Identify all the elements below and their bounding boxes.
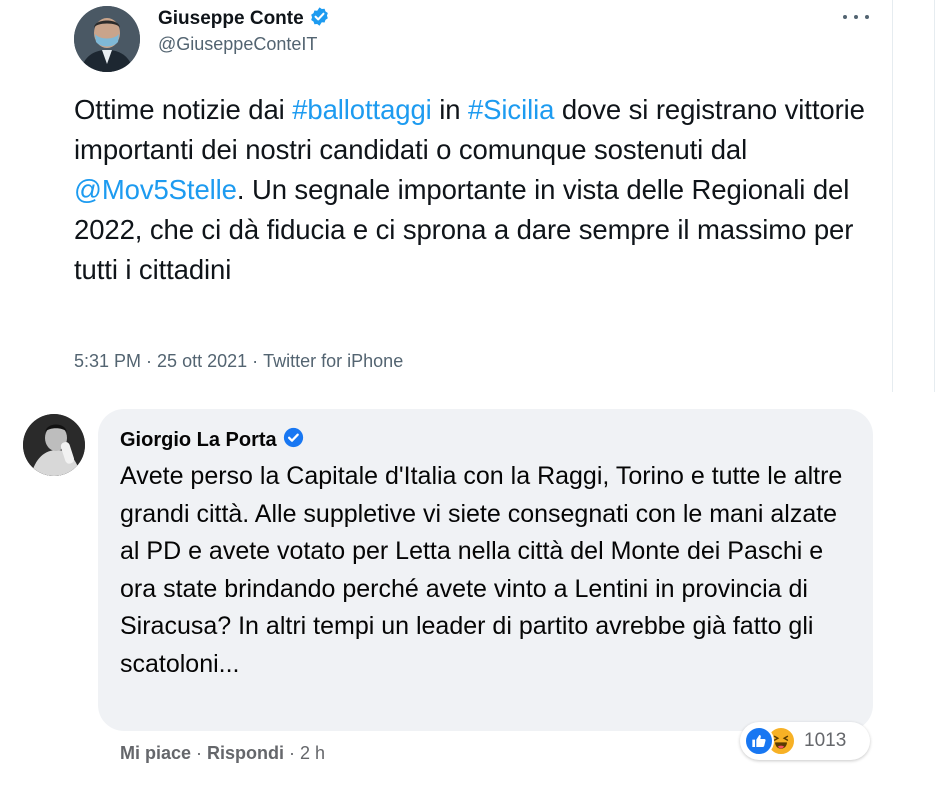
verified-badge-icon [283, 427, 304, 453]
tweet-card: Giuseppe Conte @GiuseppeConteIT Ottime n… [0, 0, 893, 392]
tweet-time[interactable]: 5:31 PM [74, 351, 141, 372]
mention-link[interactable]: @Mov5Stelle [74, 174, 237, 205]
like-icon [744, 726, 774, 756]
person-photo-icon [23, 414, 85, 476]
action-separator: · [289, 743, 296, 763]
tweet-date[interactable]: 25 ott 2021 [157, 351, 247, 372]
meta-separator: · [252, 351, 259, 371]
adjacent-panel-edge [934, 0, 940, 392]
reply-button[interactable]: Rispondi [207, 743, 284, 764]
tweet-source[interactable]: Twitter for iPhone [263, 351, 403, 372]
comment-time[interactable]: 2 h [300, 743, 325, 764]
comment-text: Avete perso la Capitale d'Italia con la … [120, 462, 843, 678]
hashtag-link[interactable]: #ballottaggi [292, 94, 432, 125]
like-button[interactable]: Mi piace [120, 743, 191, 764]
meta-separator: · [146, 351, 153, 371]
tweet-author-name[interactable]: Giuseppe Conte [158, 8, 304, 30]
comment-author-name[interactable]: Giorgio La Porta [120, 429, 277, 452]
tweet-meta: 5:31 PM · 25 ott 2021 · Twitter for iPho… [74, 351, 403, 372]
tweet-text-segment: in [431, 94, 468, 125]
action-separator: · [196, 743, 203, 763]
tweet-text-segment: Ottime notizie dai [74, 94, 293, 125]
tweet-text: Ottime notizie dai #ballottaggi in #Sici… [74, 90, 874, 290]
tweet-author-handle[interactable]: @GiuseppeConteIT [158, 34, 317, 55]
comment-author-row: Giorgio La Porta [120, 426, 304, 454]
tweet-author-row: Giuseppe Conte [158, 6, 330, 32]
reaction-count: 1013 [804, 730, 847, 751]
tweet-author-avatar[interactable] [74, 6, 140, 72]
reactions-summary[interactable]: 1013 [740, 722, 870, 760]
more-options-icon[interactable] [843, 10, 869, 24]
comment-author-avatar[interactable] [23, 414, 85, 476]
verified-badge-icon [309, 6, 330, 32]
hashtag-link[interactable]: #Sicilia [468, 94, 554, 125]
comment-actions: Mi piace · Rispondi · 2 h [120, 743, 325, 764]
person-masked-icon [74, 6, 140, 72]
